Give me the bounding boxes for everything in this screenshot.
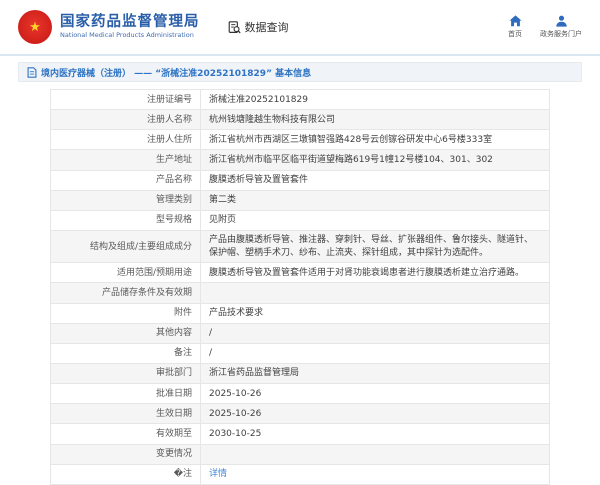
table-row: 适用范围/预期用途 腹膜透析导管及置管套件适用于对肾功能衰竭患者进行腹膜透析建立…: [50, 262, 550, 284]
row-label: 注册人名称: [50, 109, 201, 131]
table-row: 附件 产品技术要求: [50, 302, 550, 324]
info-table-body: 注册证编号 浙械注准20252101829 注册人名称 杭州钱塘隆越生物科技有限…: [50, 88, 550, 485]
user-icon: [555, 15, 568, 27]
row-label: 有效期至: [50, 423, 201, 445]
row-value: 杭州钱塘隆越生物科技有限公司: [200, 109, 550, 131]
nav-gov-portal[interactable]: 政务服务门户: [540, 15, 582, 39]
row-label: 附件: [50, 302, 201, 324]
nav-home[interactable]: 首页: [508, 15, 522, 39]
detail-link[interactable]: 详情: [209, 469, 227, 479]
national-emblem-icon: ★: [18, 10, 52, 44]
row-value: /: [200, 322, 550, 344]
table-row: 生产地址 浙江省杭州市临平区临平街道望梅路619号1幢12号楼104、301、3…: [50, 149, 550, 171]
table-row: �注 详情: [50, 463, 550, 485]
table-row: 批准日期 2025-10-26: [50, 383, 550, 405]
row-value: 浙江省杭州市临平区临平街道望梅路619号1幢12号楼104、301、302: [200, 149, 550, 171]
row-label: 管理类别: [50, 189, 201, 211]
row-value: 第二类: [200, 189, 550, 211]
row-value: /: [200, 342, 550, 364]
home-icon: [509, 15, 522, 27]
row-label: 注册证编号: [50, 88, 201, 111]
table-row: 变更情况: [50, 443, 550, 465]
row-label: 变更情况: [50, 443, 201, 465]
table-row: 注册证编号 浙械注准20252101829: [50, 88, 550, 111]
page-title-bar: 境内医疗器械（注册） —— “浙械注准20252101829” 基本信息: [18, 62, 582, 82]
row-value: 2025-10-26: [200, 383, 550, 405]
row-label: 审批部门: [50, 362, 201, 385]
row-value: [200, 443, 550, 465]
table-row: 产品储存条件及有效期: [50, 282, 550, 304]
registration-info-table-wrap: 注册证编号 浙械注准20252101829 注册人名称 杭州钱塘隆越生物科技有限…: [50, 88, 550, 485]
row-label: 生产地址: [50, 149, 201, 171]
row-label: 适用范围/预期用途: [50, 262, 201, 284]
row-value: 产品由腹膜透析导管、推注器、穿刺针、导丝、扩张器组件、鲁尔接头、隧道针、保护帽、…: [200, 229, 550, 264]
row-label: 生效日期: [50, 403, 201, 425]
row-label: 型号规格: [50, 209, 201, 231]
row-value: 浙江省药品监督管理局: [200, 362, 550, 385]
table-row: 生效日期 2025-10-26: [50, 403, 550, 425]
page-header: ★ 国家药品监督管理局 National Medical Products Ad…: [0, 0, 600, 56]
row-value: 产品技术要求: [200, 302, 550, 324]
nmpa-logo[interactable]: ★ 国家药品监督管理局 National Medical Products Ad…: [18, 10, 200, 44]
row-label: �注: [50, 463, 201, 485]
row-value: 2025-10-26: [200, 403, 550, 425]
site-subtitle: National Medical Products Administration: [60, 31, 194, 40]
document-icon: [27, 66, 37, 78]
page-title: 境内医疗器械（注册） —— “浙械注准20252101829” 基本信息: [41, 68, 312, 79]
nav-gov-portal-label: 政务服务门户: [540, 30, 582, 38]
row-value: [200, 282, 550, 304]
row-label: 备注: [50, 342, 201, 364]
row-label: 注册人住所: [50, 129, 201, 151]
table-row: 有效期至 2030-10-25: [50, 423, 550, 445]
registration-info-table: 注册证编号 浙械注准20252101829 注册人名称 杭州钱塘隆越生物科技有限…: [50, 88, 550, 485]
row-label: 产品储存条件及有效期: [50, 282, 201, 304]
table-row: 备注 /: [50, 342, 550, 364]
table-row: 产品名称 腹膜透析导管及置管套件: [50, 169, 550, 191]
table-row: 型号规格 见附页: [50, 209, 550, 231]
main-content: 境内医疗器械（注册） —— “浙械注准20252101829” 基本信息 注册证…: [0, 56, 600, 485]
nav-data-query[interactable]: 数据查询: [228, 19, 289, 35]
row-value: 浙械注准20252101829: [200, 88, 550, 111]
table-row: 审批部门 浙江省药品监督管理局: [50, 362, 550, 385]
row-value: 腹膜透析导管及置管套件适用于对肾功能衰竭患者进行腹膜透析建立治疗通路。: [200, 262, 550, 284]
table-row: 管理类别 第二类: [50, 189, 550, 211]
site-title: 国家药品监督管理局: [60, 14, 200, 31]
table-row: 注册人住所 浙江省杭州市西湖区三墩镇智强路428号云创镓谷研发中心6号楼333室: [50, 129, 550, 151]
row-label: 其他内容: [50, 322, 201, 344]
nav-home-label: 首页: [508, 30, 522, 38]
data-query-icon: [228, 20, 241, 34]
row-value: 详情: [200, 463, 550, 485]
row-value: 腹膜透析导管及置管套件: [200, 169, 550, 191]
row-label: 批准日期: [50, 383, 201, 405]
nav-data-query-label: 数据查询: [244, 21, 289, 34]
row-label: 产品名称: [50, 169, 201, 191]
table-row: 结构及组成/主要组成成分 产品由腹膜透析导管、推注器、穿刺针、导丝、扩张器组件、…: [50, 229, 550, 264]
row-value: 2030-10-25: [200, 423, 550, 445]
row-value: 见附页: [200, 209, 550, 231]
table-row: 其他内容 /: [50, 322, 550, 344]
row-label: 结构及组成/主要组成成分: [50, 229, 201, 264]
row-value: 浙江省杭州市西湖区三墩镇智强路428号云创镓谷研发中心6号楼333室: [200, 129, 550, 151]
table-row: 注册人名称 杭州钱塘隆越生物科技有限公司: [50, 109, 550, 131]
